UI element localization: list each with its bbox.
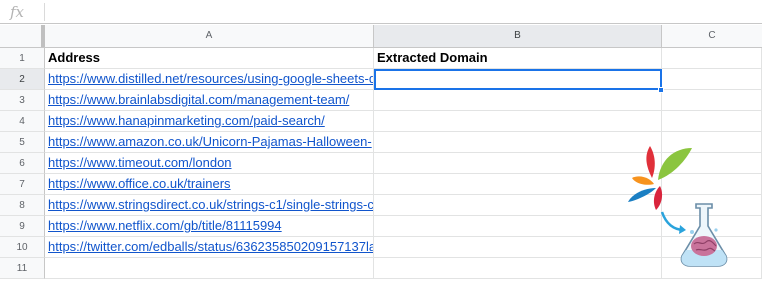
row-header-7[interactable]: 7 [0,174,45,195]
column-header-a[interactable]: A [45,25,374,47]
cell-b11[interactable] [374,258,662,279]
cell-a2[interactable]: https://www.distilled.net/resources/usin… [45,69,374,90]
cell-b4[interactable] [374,111,662,132]
cell-a11[interactable] [45,258,374,279]
row-header-2[interactable]: 2 [0,69,45,90]
column-headers: A B C [0,25,762,48]
cell-a4[interactable]: https://www.hanapinmarketing.com/paid-se… [45,111,374,132]
cell-c2[interactable] [662,69,762,90]
cell-c1[interactable] [662,48,762,69]
cell-b6[interactable] [374,153,662,174]
cell-a9[interactable]: https://www.netflix.com/gb/title/8111599… [45,216,374,237]
row-header-8[interactable]: 8 [0,195,45,216]
cell-b5[interactable] [374,132,662,153]
formula-input[interactable] [50,0,762,23]
cell-a1[interactable]: Address [45,48,374,69]
row-header-9[interactable]: 9 [0,216,45,237]
cell-b10[interactable] [374,237,662,258]
row-header-3[interactable]: 3 [0,90,45,111]
cell-b7[interactable] [374,174,662,195]
cell-b2[interactable] [374,69,662,90]
formula-bar-divider [44,3,45,21]
cell-a8[interactable]: https://www.stringsdirect.co.uk/strings-… [45,195,374,216]
row-header-5[interactable]: 5 [0,132,45,153]
cell-b8[interactable] [374,195,662,216]
cell-a6[interactable]: https://www.timeout.com/london [45,153,374,174]
cell-a5[interactable]: https://www.amazon.co.uk/Unicorn-Pajamas… [45,132,374,153]
row-header-10[interactable]: 10 [0,237,45,258]
cell-c4[interactable] [662,111,762,132]
cell-b1[interactable]: Extracted Domain [374,48,662,69]
column-header-c[interactable]: C [662,25,762,47]
cell-a3[interactable]: https://www.brainlabsdigital.com/managem… [45,90,374,111]
fx-icon: fx [10,3,25,21]
row-header-4[interactable]: 4 [0,111,45,132]
fill-handle[interactable] [658,87,664,93]
formula-bar: fx [0,0,762,24]
select-all-corner[interactable] [0,25,45,47]
row-header-6[interactable]: 6 [0,153,45,174]
cell-b3[interactable] [374,90,662,111]
column-header-b[interactable]: B [374,25,662,47]
cell-b9[interactable] [374,216,662,237]
row-header-1[interactable]: 1 [0,48,45,69]
cell-c3[interactable] [662,90,762,111]
row-header-11[interactable]: 11 [0,258,45,279]
cell-a10[interactable]: https://twitter.com/edballs/status/63623… [45,237,374,258]
flask-brain-logo-icon [628,146,728,267]
cell-a7[interactable]: https://www.office.co.uk/trainers [45,174,374,195]
